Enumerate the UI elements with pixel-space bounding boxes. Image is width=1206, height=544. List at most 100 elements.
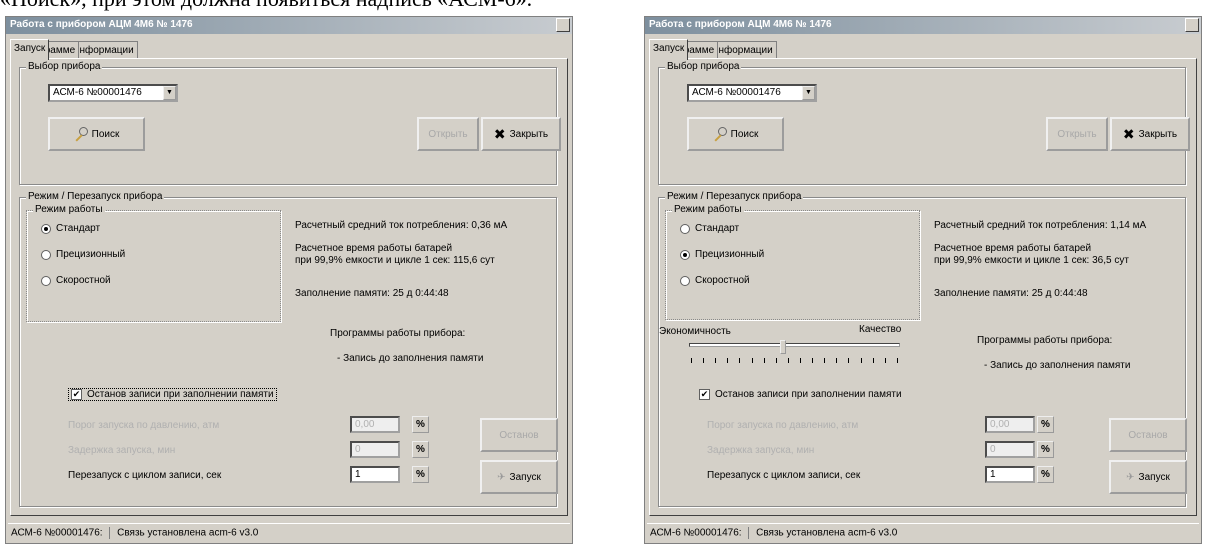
device-window-right: Работа с прибором АЦМ 4М6 № 1476 Запуск С…	[644, 16, 1202, 544]
search-button[interactable]: Поиск	[687, 117, 784, 151]
battery-time-line2: при 99,9% емкости и цикле 1 сек: 115,6 с…	[295, 255, 495, 266]
programs-item: - Запись до заполнения памяти	[984, 360, 1131, 371]
status-connection: Связь установлена acm-6 v3.0	[117, 527, 259, 539]
mode-restart-group-label: Режим / Перезапуск прибора	[665, 191, 804, 202]
mode-radio-1[interactable]: Прецизионный	[41, 249, 125, 260]
stop-on-full-checkbox[interactable]: ✔ Останов записи при заполнении памяти	[68, 388, 277, 401]
stop-on-full-label: Останов записи при заполнении памяти	[87, 389, 274, 400]
stop-button[interactable]: Останов	[1109, 418, 1187, 452]
status-separator	[748, 527, 750, 539]
checkbox-icon[interactable]: ✔	[699, 389, 710, 400]
device-combobox-value: АСМ-6 №00001476	[692, 87, 781, 98]
window-close-button[interactable]	[556, 18, 570, 32]
start-button[interactable]: ✈ Запуск	[480, 460, 558, 494]
close-device-button-label: Закрыть	[1138, 128, 1178, 140]
battery-time-line1: Расчетное время работы батарей	[934, 243, 1092, 254]
close-device-button-label: Закрыть	[509, 128, 549, 140]
quality-label: Качество	[859, 324, 902, 335]
chevron-down-icon[interactable]: ▼	[163, 86, 176, 100]
restart-spin-icon[interactable]: %	[412, 466, 429, 483]
tab-0[interactable]: Запуск	[10, 39, 50, 60]
device-window-left: Работа с прибором АЦМ 4М6 № 1476 Запуск С…	[5, 16, 573, 544]
device-combobox[interactable]: АСМ-6 №00001476 ▼	[687, 84, 817, 102]
threshold-spin-icon[interactable]: %	[412, 416, 429, 433]
mode-radio-2[interactable]: Скоростной	[680, 275, 750, 286]
radio-icon[interactable]	[41, 223, 51, 234]
tab-panel-launch: Выбор прибора АСМ-6 №00001476 ▼ Поиск От…	[10, 58, 568, 516]
economy-quality-slider[interactable]	[687, 340, 902, 368]
mode-radio-1[interactable]: Прецизионный	[680, 249, 764, 260]
stop-on-full-label: Останов записи при заполнении памяти	[715, 389, 902, 400]
open-button-label: Открыть	[1057, 128, 1097, 140]
device-combobox-value: АСМ-6 №00001476	[53, 87, 142, 98]
radio-icon[interactable]	[680, 275, 690, 286]
restart-field[interactable]: 1	[350, 466, 400, 483]
mode-label: Стандарт	[695, 223, 740, 234]
window-titlebar: Работа с прибором АЦМ 4М6 № 1476	[645, 17, 1201, 34]
checkbox-icon[interactable]: ✔	[71, 389, 82, 400]
delay-label: Задержка запуска, мин	[707, 445, 815, 456]
start-button[interactable]: ✈ Запуск	[1109, 460, 1187, 494]
delay-field[interactable]: 0	[350, 441, 400, 458]
radio-icon[interactable]	[41, 275, 51, 286]
stop-button-label: Останов	[1128, 429, 1168, 441]
window-close-button[interactable]	[1185, 18, 1199, 32]
mode-label: Скоростной	[56, 275, 111, 286]
slider-ticks	[691, 358, 898, 363]
radio-icon[interactable]	[680, 223, 690, 234]
radio-icon[interactable]	[41, 249, 51, 260]
status-device: АСМ-6 №00001476:	[11, 527, 103, 539]
window-title: Работа с прибором АЦМ 4М6 № 1476	[10, 19, 193, 30]
open-button[interactable]: Открыть	[417, 117, 479, 151]
search-button[interactable]: Поиск	[48, 117, 145, 151]
mode-label: Скоростной	[695, 275, 750, 286]
status-device: АСМ-6 №00001476:	[650, 527, 742, 539]
device-select-group-label: Выбор прибора	[26, 61, 103, 72]
chevron-down-icon[interactable]: ▼	[802, 86, 815, 100]
start-icon: ✈	[1126, 471, 1135, 483]
close-device-button[interactable]: ✖ Закрыть	[1110, 117, 1190, 151]
delay-field[interactable]: 0	[985, 441, 1035, 458]
status-connection: Связь установлена acm-6 v3.0	[756, 527, 898, 539]
magnifier-icon	[713, 127, 727, 141]
threshold-spin-icon[interactable]: %	[1037, 416, 1054, 433]
device-combobox[interactable]: АСМ-6 №00001476 ▼	[48, 84, 178, 102]
work-mode-group-label: Режим работы	[672, 204, 744, 215]
close-cross-icon: ✖	[493, 125, 506, 142]
device-select-group: Выбор прибора АСМ-6 №00001476 ▼ Поиск От…	[19, 61, 561, 185]
threshold-label: Порог запуска по давлению, атм	[707, 420, 859, 431]
programs-item: - Запись до заполнения памяти	[337, 353, 484, 364]
start-button-label: Запуск	[1138, 471, 1170, 483]
work-mode-group: Режим работы Стандарт Прецизионный Скорост…	[665, 204, 920, 320]
mode-radio-0[interactable]: Стандарт	[41, 223, 100, 234]
tab-panel-launch: Выбор прибора АСМ-6 №00001476 ▼ Поиск От…	[649, 58, 1197, 516]
mode-radio-2[interactable]: Скоростной	[41, 275, 111, 286]
status-bar: АСМ-6 №00001476: Связь установлена acm-6…	[8, 523, 570, 541]
restart-spin-icon[interactable]: %	[1037, 466, 1054, 483]
threshold-field[interactable]: 0,00	[350, 416, 400, 433]
slider-thumb[interactable]	[780, 340, 786, 354]
delay-spin-icon[interactable]: %	[412, 441, 429, 458]
radio-icon[interactable]	[680, 249, 690, 260]
status-separator	[109, 527, 111, 539]
open-button[interactable]: Открыть	[1046, 117, 1108, 151]
battery-time-line1: Расчетное время работы батарей	[295, 243, 453, 254]
mode-restart-group: Режим / Перезапуск прибора Режим работы …	[19, 191, 558, 507]
mode-radio-0[interactable]: Стандарт	[680, 223, 739, 234]
current-consumption-text: Расчетный средний ток потребления: 0,36 …	[295, 220, 508, 231]
threshold-field[interactable]: 0,00	[985, 416, 1035, 433]
tab-0[interactable]: Запуск	[649, 39, 689, 60]
start-button-label: Запуск	[509, 471, 541, 483]
restart-field[interactable]: 1	[985, 466, 1035, 483]
stop-button-label: Останов	[499, 429, 539, 441]
mode-label: Прецизионный	[695, 249, 765, 260]
stop-on-full-checkbox[interactable]: ✔ Останов записи при заполнении памяти	[699, 389, 902, 400]
mode-restart-group: Режим / Перезапуск прибора Режим работы …	[658, 191, 1187, 507]
delay-spin-icon[interactable]: %	[1037, 441, 1054, 458]
stop-button[interactable]: Останов	[480, 418, 558, 452]
mode-label: Стандарт	[56, 223, 101, 234]
close-device-button[interactable]: ✖ Закрыть	[481, 117, 561, 151]
threshold-label: Порог запуска по давлению, атм	[68, 420, 220, 431]
programs-title: Программы работы прибора:	[977, 335, 1113, 346]
economy-label: Экономичность	[659, 326, 731, 337]
